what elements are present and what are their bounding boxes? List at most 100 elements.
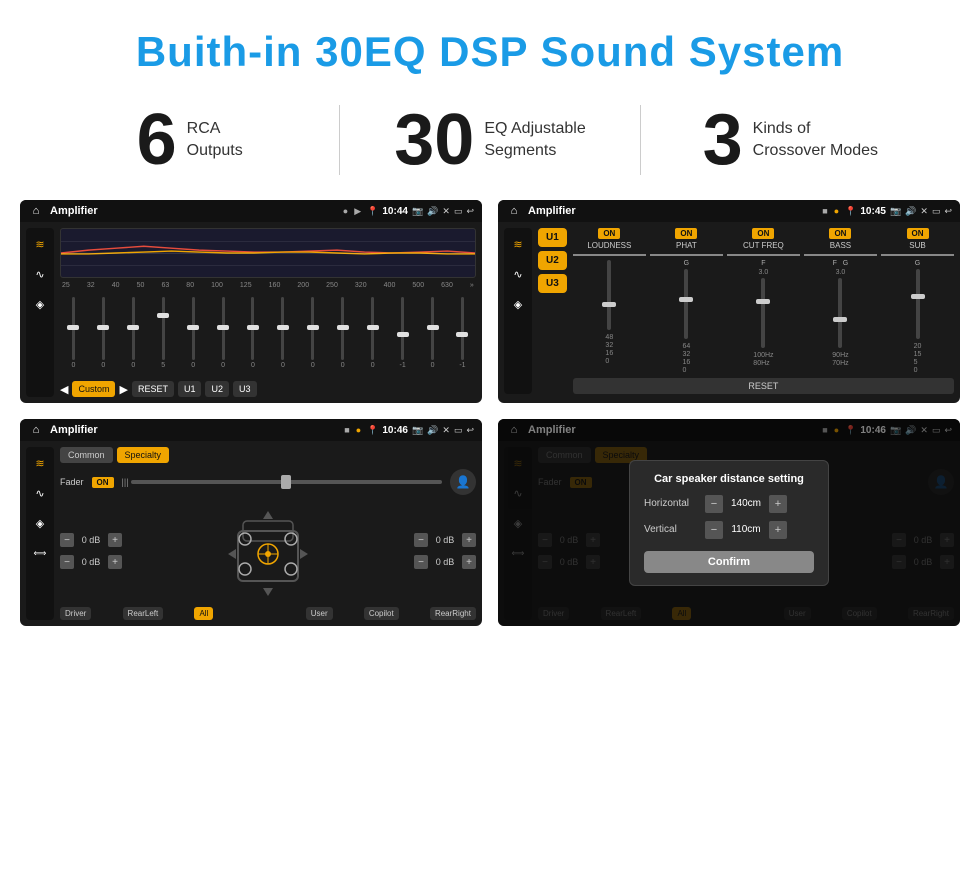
prev-arrow[interactable]: ◀ [60, 383, 68, 396]
status-icons-fader: 📍 10:46 📷 🔊 ✕ ▭ ↩ [367, 425, 474, 436]
eq-slider-11[interactable]: -1 [389, 297, 416, 369]
thumb-bass [833, 317, 847, 322]
slider-sub[interactable] [916, 269, 920, 339]
stats-row: 6 RCAOutputs 30 EQ AdjustableSegments 3 … [0, 94, 980, 200]
reset-btn-eq[interactable]: RESET [132, 381, 174, 397]
amp-dot2: ● [834, 206, 839, 216]
home-icon-fader[interactable]: ⌂ [28, 422, 44, 438]
eq-slider-10[interactable]: 0 [359, 297, 386, 369]
next-arrow[interactable]: ▶ [119, 383, 127, 396]
eq-speaker-icon[interactable]: ◈ [28, 292, 52, 316]
home-icon-amp[interactable]: ⌂ [506, 203, 522, 219]
tab-common[interactable]: Common [60, 447, 113, 463]
thumb-sub [911, 294, 925, 299]
eq-slider-4[interactable]: 0 [180, 297, 207, 369]
dialog-v-minus[interactable]: − [705, 521, 723, 539]
amp-wave-icon[interactable]: ∿ [506, 262, 530, 286]
slider-val-8: 0 [311, 362, 315, 369]
reset-btn-amp[interactable]: RESET [573, 378, 954, 394]
slider-track-4[interactable] [192, 297, 195, 360]
user-btn[interactable]: User [306, 607, 333, 620]
u3-btn-eq[interactable]: U3 [233, 381, 257, 397]
all-btn[interactable]: All [194, 607, 213, 620]
dialog-h-plus[interactable]: + [769, 495, 787, 513]
eq-slider-8[interactable]: 0 [299, 297, 326, 369]
db-plus-fl[interactable]: + [108, 533, 122, 547]
slider-bass[interactable] [838, 278, 842, 348]
eq-slider-6[interactable]: 0 [240, 297, 267, 369]
u1-btn-eq[interactable]: U1 [178, 381, 202, 397]
slider-thumb-2 [127, 325, 139, 330]
rearright-btn[interactable]: RearRight [430, 607, 476, 620]
slider-track-11[interactable] [401, 297, 404, 360]
eq-filter-icon[interactable]: ≋ [28, 232, 52, 256]
slider-track-2[interactable] [132, 297, 135, 360]
slider-track-5[interactable] [222, 297, 225, 360]
slider-track-6[interactable] [251, 297, 254, 360]
eq-sliders: 0 0 0 [60, 293, 476, 373]
db-minus-fl[interactable]: − [60, 533, 74, 547]
phat-labels: 6432160 [682, 343, 690, 374]
slider-track-10[interactable] [371, 297, 374, 360]
eq-slider-7[interactable]: 0 [269, 297, 296, 369]
db-minus-fr[interactable]: − [414, 533, 428, 547]
custom-btn[interactable]: Custom [72, 381, 115, 397]
fader-track[interactable] [131, 480, 442, 484]
back-icon-amp[interactable]: ↩ [944, 206, 952, 217]
grid-h3 [61, 265, 475, 266]
tab-specialty[interactable]: Specialty [117, 447, 170, 463]
slider-phat[interactable] [684, 269, 688, 339]
rearleft-btn[interactable]: RearLeft [123, 607, 164, 620]
fader-filter-icon[interactable]: ≋ [28, 451, 52, 475]
bottom-labels: Driver RearLeft All User Copilot RearRig… [60, 607, 476, 620]
col-label-sub: SUB [909, 241, 925, 250]
slider-cutfreq[interactable] [761, 278, 765, 348]
slider-track-0[interactable] [72, 297, 75, 360]
freq-50: 50 [137, 282, 145, 289]
copilot-btn[interactable]: Copilot [364, 607, 399, 620]
db-plus-rr[interactable]: + [462, 555, 476, 569]
dialog-v-value: 110cm [727, 524, 765, 535]
db-minus-rr[interactable]: − [414, 555, 428, 569]
slider-thumb-5 [217, 325, 229, 330]
back-icon-fader[interactable]: ↩ [466, 425, 474, 436]
amp-sidebar: ≋ ∿ ◈ [504, 228, 532, 394]
eq-slider-2[interactable]: 0 [120, 297, 147, 369]
preset-u2[interactable]: U2 [538, 251, 567, 270]
home-icon[interactable]: ⌂ [28, 203, 44, 219]
dialog-h-minus[interactable]: − [705, 495, 723, 513]
eq-slider-13[interactable]: -1 [449, 297, 476, 369]
driver-btn[interactable]: Driver [60, 607, 91, 620]
preset-u1[interactable]: U1 [538, 228, 567, 247]
freq-630: 630 [441, 282, 453, 289]
slider-track-9[interactable] [341, 297, 344, 360]
slider-track-13[interactable] [461, 297, 464, 360]
slider-track-12[interactable] [431, 297, 434, 360]
eq-slider-0[interactable]: 0 [60, 297, 87, 369]
fader-wave-icon[interactable]: ∿ [28, 481, 52, 505]
slider-track-1[interactable] [102, 297, 105, 360]
eq-slider-12[interactable]: 0 [419, 297, 446, 369]
eq-slider-9[interactable]: 0 [329, 297, 356, 369]
back-icon-eq[interactable]: ↩ [466, 206, 474, 217]
confirm-button[interactable]: Confirm [644, 551, 814, 573]
eq-slider-1[interactable]: 0 [90, 297, 117, 369]
db-plus-rl[interactable]: + [108, 555, 122, 569]
eq-slider-3[interactable]: 5 [150, 297, 177, 369]
preset-u3[interactable]: U3 [538, 274, 567, 293]
freq-500: 500 [412, 282, 424, 289]
eq-wave-icon[interactable]: ∿ [28, 262, 52, 286]
amp-speaker-icon[interactable]: ◈ [506, 292, 530, 316]
amp-filter-icon[interactable]: ≋ [506, 232, 530, 256]
slider-track-8[interactable] [311, 297, 314, 360]
slider-loudness[interactable] [607, 260, 611, 330]
fader-speaker-icon[interactable]: ◈ [28, 511, 52, 535]
slider-track-7[interactable] [281, 297, 284, 360]
slider-track-3[interactable] [162, 297, 165, 360]
u2-btn-eq[interactable]: U2 [205, 381, 229, 397]
dialog-v-plus[interactable]: + [769, 521, 787, 539]
db-minus-rl[interactable]: − [60, 555, 74, 569]
eq-slider-5[interactable]: 0 [210, 297, 237, 369]
fader-extra-icon[interactable]: ⟺ [28, 541, 52, 565]
db-plus-fr[interactable]: + [462, 533, 476, 547]
